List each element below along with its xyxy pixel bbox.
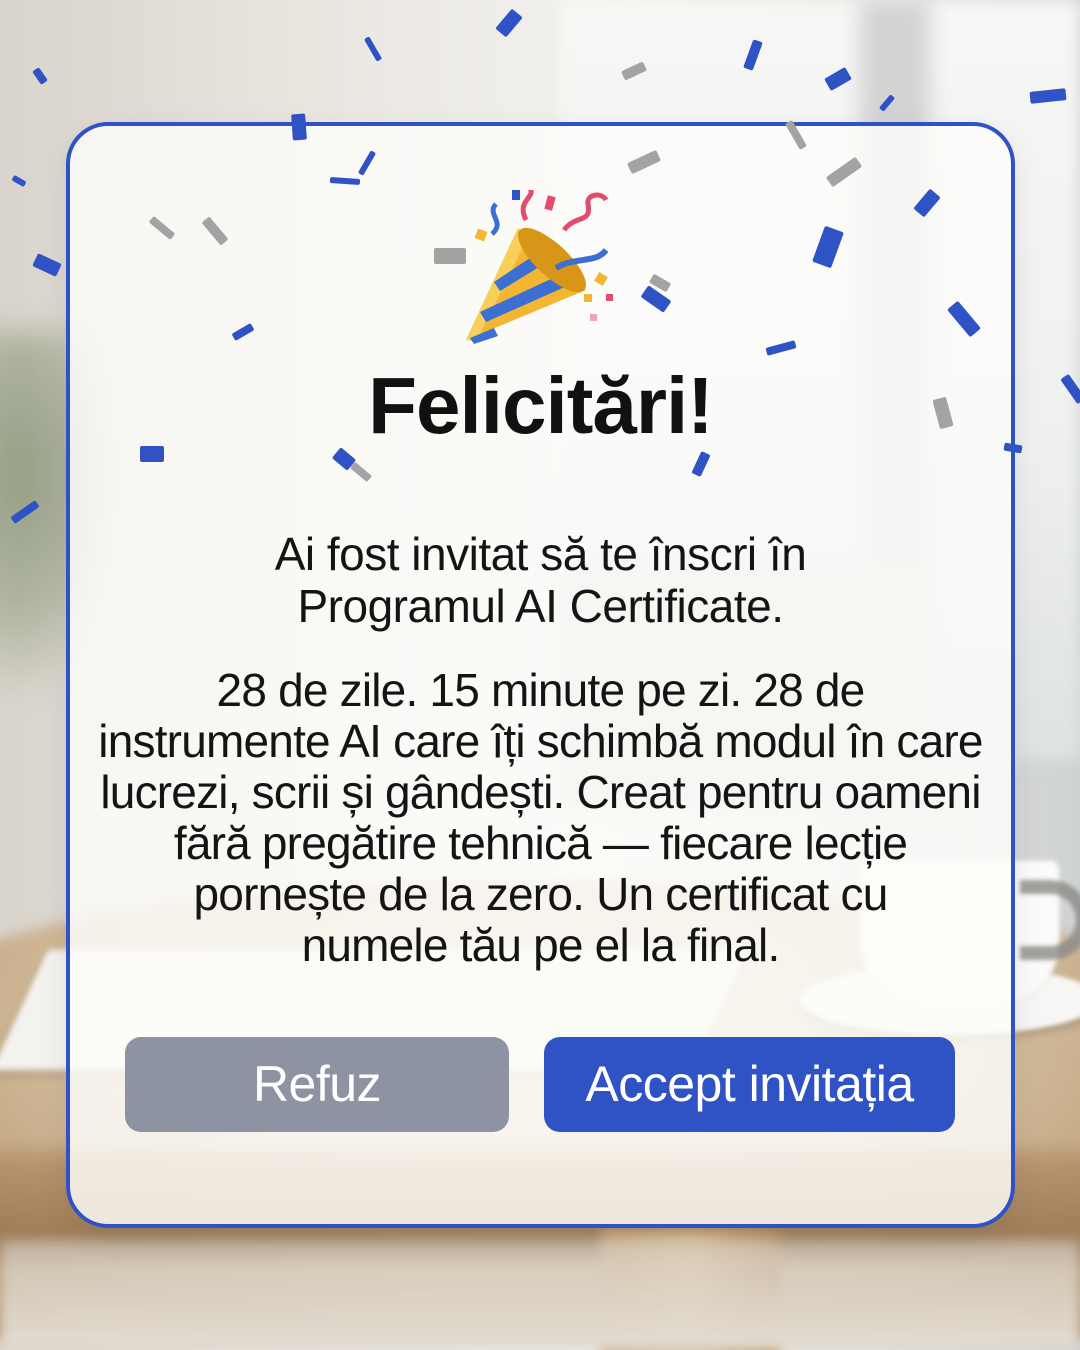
accept-invitation-button[interactable]: Accept invitația (544, 1037, 955, 1132)
background-cup-handle (1020, 880, 1080, 960)
dialog-title: Felicitări! (368, 361, 714, 450)
party-popper-icon (466, 190, 613, 344)
description-line: 28 de zile. 15 minute pe zi. 28 de (216, 664, 866, 716)
description-line: numele tău pe el la final. (301, 919, 781, 971)
subtitle-line: Ai fost invitat să te înscri în (274, 528, 807, 580)
dialog-description: 28 de zile. 15 minute pe zi. 28 de instr… (96, 665, 985, 971)
description-line: fără pregătire tehnică — fiecare lecție (173, 817, 908, 869)
description-line: lucrezi, scrii și gândești. Creat pentru… (100, 766, 981, 818)
background-floor (0, 1240, 1080, 1350)
decline-button[interactable]: Refuz (125, 1037, 509, 1132)
dialog-subtitle: Ai fost invitat să te înscri în Programu… (66, 528, 1015, 632)
description-line: pornește de la zero. Un certificat cu (193, 868, 889, 920)
description-line: instrumente AI care îți schimbă modul în… (98, 715, 983, 767)
subtitle-line: Programul AI Certificate. (297, 580, 784, 632)
